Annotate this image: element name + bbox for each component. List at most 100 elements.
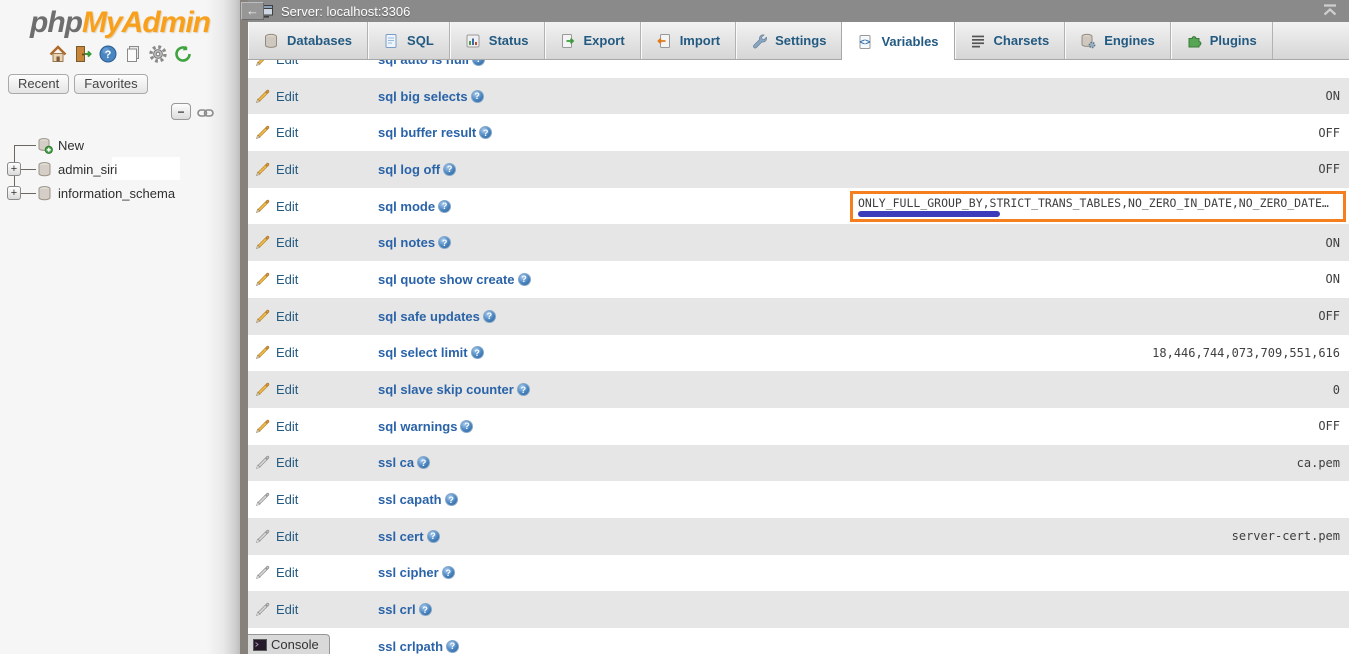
pencil-icon xyxy=(254,528,271,545)
edit-link[interactable]: Edit xyxy=(254,454,298,471)
table-row: Editsql log off?OFF xyxy=(248,151,1349,188)
variable-name-cell: sql log off? xyxy=(378,162,850,177)
edit-link[interactable]: Edit xyxy=(254,161,298,178)
sql-mode-highlight-box[interactable]: ONLY_FULL_GROUP_BY,STRICT_TRANS_TABLES,N… xyxy=(850,191,1346,222)
edit-label: Edit xyxy=(276,455,298,470)
action-cell: Edit xyxy=(248,564,378,581)
help-icon[interactable]: ? xyxy=(479,126,492,139)
link-with-main-icon[interactable] xyxy=(197,106,214,118)
edit-link[interactable]: Edit xyxy=(254,60,298,68)
collapse-page-top-icon[interactable] xyxy=(1321,3,1339,19)
tab-import[interactable]: Import xyxy=(641,22,736,59)
tree-item-information-schema[interactable]: +information_schema xyxy=(0,181,240,205)
tree-item-new[interactable]: New xyxy=(0,133,240,157)
tree-line xyxy=(20,193,36,194)
tab-sql[interactable]: SQL xyxy=(368,22,450,59)
variable-name-cell: sql mode? xyxy=(378,199,850,214)
tab-charsets[interactable]: Charsets xyxy=(955,22,1066,59)
help-icon[interactable]: ? xyxy=(438,236,451,249)
variable-name-cell: sql select limit? xyxy=(378,345,850,360)
pencil-icon xyxy=(254,271,271,288)
action-cell: Edit xyxy=(248,454,378,471)
edit-link[interactable]: Edit xyxy=(254,418,298,435)
tab-variables[interactable]: <>Variables xyxy=(841,22,954,61)
help-icon[interactable]: ? xyxy=(517,383,530,396)
edit-link[interactable]: Edit xyxy=(254,381,298,398)
help-icon[interactable]: ? xyxy=(471,90,484,103)
database-tree: New + admin_siri +information_schema xyxy=(0,133,240,205)
help-icon[interactable]: ? xyxy=(442,566,455,579)
help-icon[interactable]: ? xyxy=(427,530,440,543)
variable-name: sql safe updates xyxy=(378,309,480,324)
expand-plus-icon[interactable]: + xyxy=(7,162,21,176)
edit-link[interactable]: Edit xyxy=(254,601,298,618)
edit-label: Edit xyxy=(276,345,298,360)
help-icon[interactable]: ? xyxy=(460,420,473,433)
tab-engines[interactable]: Engines xyxy=(1065,22,1171,59)
tab-label: Engines xyxy=(1104,33,1155,48)
edit-link[interactable]: Edit xyxy=(254,528,298,545)
edit-link[interactable]: Edit xyxy=(254,564,298,581)
sidebar-panel-tabs: Recent Favorites xyxy=(8,74,240,94)
help-icon[interactable]: ? xyxy=(483,310,496,323)
tab-databases[interactable]: Databases xyxy=(248,22,368,59)
variables-table: Editsql auto is null?Editsql big selects… xyxy=(248,60,1349,654)
collapse-all-button[interactable]: − xyxy=(171,103,191,120)
variable-name: ssl ca xyxy=(378,455,414,470)
edit-link[interactable]: Edit xyxy=(254,271,298,288)
pencil-icon xyxy=(254,161,271,178)
tree-item-label: admin_siri xyxy=(58,162,117,177)
phpmyadmin-logo[interactable]: phpMyAdmin xyxy=(0,6,240,40)
edit-link[interactable]: Edit xyxy=(254,491,298,508)
table-row: Editsql notes?ON xyxy=(248,224,1349,261)
action-cell: Edit xyxy=(248,381,378,398)
edit-link[interactable]: Edit xyxy=(254,124,298,141)
edit-label: Edit xyxy=(276,602,298,617)
logo-php-text: php xyxy=(30,6,82,39)
edit-link[interactable]: Edit xyxy=(254,198,298,215)
rename-highlight-box xyxy=(112,157,180,180)
table-row: Editssl crl? xyxy=(248,591,1349,628)
help-icon[interactable]: ? xyxy=(446,640,459,653)
favorites-button[interactable]: Favorites xyxy=(74,74,147,94)
variable-name-cell: sql warnings? xyxy=(378,419,850,434)
help-icon[interactable]: ? xyxy=(518,273,531,286)
variable-name-cell: ssl crlpath? xyxy=(378,639,850,654)
help-icon[interactable]: ? xyxy=(438,200,451,213)
pencil-icon xyxy=(254,381,271,398)
help-icon[interactable]: ? xyxy=(443,163,456,176)
tab-settings[interactable]: Settings xyxy=(736,22,842,59)
collapse-sidebar-arrow[interactable]: ← xyxy=(241,2,264,20)
tab-label: Settings xyxy=(775,33,826,48)
sql-icon xyxy=(383,33,399,49)
tree-item-admin-siri[interactable]: + admin_siri xyxy=(0,157,240,181)
console-button[interactable]: Console xyxy=(248,634,330,654)
refresh-icon[interactable] xyxy=(173,44,193,64)
expand-plus-icon[interactable]: + xyxy=(7,186,21,200)
tab-status[interactable]: Status xyxy=(450,22,545,59)
edit-link[interactable]: Edit xyxy=(254,88,298,105)
tab-label: Variables xyxy=(881,34,938,49)
help-icon[interactable]: ? xyxy=(472,60,485,66)
recent-button[interactable]: Recent xyxy=(8,74,69,94)
console-label: Console xyxy=(271,637,319,652)
help-icon[interactable]: ? xyxy=(445,493,458,506)
gear-icon[interactable] xyxy=(148,44,168,64)
action-cell: Edit xyxy=(248,60,378,68)
logout-icon[interactable] xyxy=(73,44,93,64)
edit-link[interactable]: Edit xyxy=(254,344,298,361)
edit-link[interactable]: Edit xyxy=(254,308,298,325)
help-icon[interactable]: ? xyxy=(417,456,430,469)
help-icon[interactable]: ? xyxy=(98,44,118,64)
table-row: Editssl ca?ca.pem xyxy=(248,445,1349,482)
docs-icon[interactable] xyxy=(123,44,143,64)
tab-export[interactable]: Export xyxy=(545,22,641,59)
edit-label: Edit xyxy=(276,162,298,177)
tab-plugins[interactable]: Plugins xyxy=(1171,22,1273,59)
home-icon[interactable] xyxy=(48,44,68,64)
sidebar-resizer[interactable] xyxy=(240,0,248,654)
variable-value: ON xyxy=(850,272,1349,286)
help-icon[interactable]: ? xyxy=(419,603,432,616)
edit-link[interactable]: Edit xyxy=(254,234,298,251)
help-icon[interactable]: ? xyxy=(471,346,484,359)
